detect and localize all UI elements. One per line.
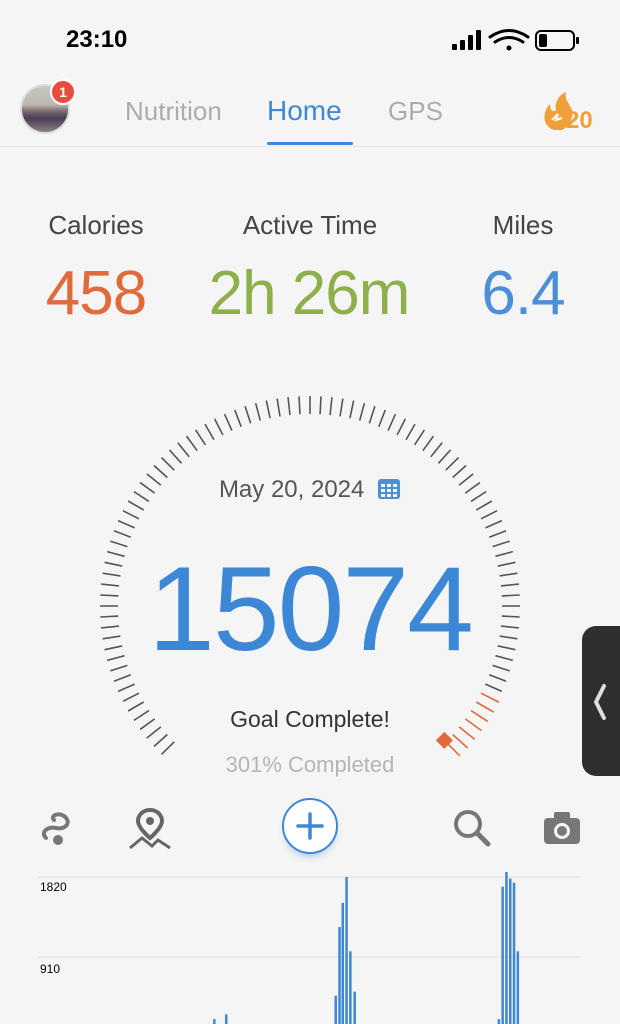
date-row[interactable]: May 20, 2024 bbox=[0, 476, 620, 504]
camera-icon[interactable] bbox=[540, 806, 584, 850]
gauge-tick bbox=[378, 409, 387, 428]
chart-bar bbox=[497, 1019, 501, 1024]
calendar-icon[interactable] bbox=[377, 476, 401, 500]
gauge-tick bbox=[480, 692, 500, 703]
chart-bar bbox=[338, 927, 341, 1024]
chart-bar bbox=[341, 902, 345, 1024]
activity-chart: 1820 910 bbox=[38, 872, 580, 1024]
gauge-tick bbox=[168, 449, 183, 464]
gauge-tick bbox=[413, 429, 426, 446]
miles-label: Miles bbox=[492, 210, 554, 240]
header-divider bbox=[0, 146, 620, 147]
gauge-tick bbox=[445, 456, 460, 471]
wifi-icon bbox=[488, 29, 530, 51]
goal-status: Goal Complete! bbox=[230, 706, 390, 732]
notification-badge: 1 bbox=[50, 79, 76, 105]
gauge-tick bbox=[233, 409, 242, 428]
gauge-tick bbox=[117, 519, 135, 529]
gauge-tick bbox=[287, 397, 291, 416]
status-time: 23:10 bbox=[66, 26, 128, 53]
chart-bar bbox=[501, 886, 504, 1024]
side-panel-handle[interactable] bbox=[582, 626, 620, 776]
chart-bar bbox=[516, 951, 520, 1024]
gauge-tick bbox=[160, 456, 175, 471]
calories-label: Calories bbox=[48, 210, 144, 240]
gauge-tick bbox=[319, 396, 322, 415]
gauge-tick bbox=[117, 683, 135, 693]
gauge-tick bbox=[339, 398, 344, 417]
route-icon[interactable] bbox=[38, 806, 82, 850]
gauge-tick bbox=[122, 692, 140, 703]
map-pin-icon[interactable] bbox=[128, 806, 172, 850]
gauge-tick bbox=[396, 418, 407, 436]
gauge-tick bbox=[194, 429, 207, 446]
plus-icon bbox=[296, 812, 324, 840]
gauge-tick bbox=[204, 423, 215, 441]
gauge-tick bbox=[480, 509, 498, 520]
gauge-tick bbox=[485, 683, 503, 693]
gauge-tick bbox=[153, 733, 168, 748]
add-button[interactable] bbox=[282, 798, 338, 854]
tab-home[interactable]: Home bbox=[267, 95, 342, 127]
gauge-tick bbox=[213, 418, 224, 436]
battery-icon bbox=[535, 30, 579, 51]
gauge-tick bbox=[422, 435, 435, 452]
chart-bar bbox=[508, 878, 512, 1024]
chart-bar bbox=[505, 872, 508, 1024]
streak-count: 20 bbox=[566, 107, 593, 134]
active-tab-indicator bbox=[267, 142, 353, 145]
gauge-tick bbox=[488, 529, 507, 538]
gauge-tick bbox=[113, 529, 132, 538]
gauge-tick bbox=[358, 402, 366, 421]
active-time-value[interactable]: 2h 26m bbox=[189, 258, 429, 329]
percent-completed: 301% Completed bbox=[225, 752, 395, 777]
chart-bar bbox=[224, 1014, 228, 1024]
chart-bars bbox=[213, 872, 520, 1024]
gauge-tick bbox=[368, 406, 376, 424]
status-icons bbox=[452, 29, 579, 51]
active-time-label: Active Time bbox=[242, 210, 378, 240]
search-icon[interactable] bbox=[450, 806, 494, 850]
y-tick-label: 1820 bbox=[40, 880, 67, 894]
step-count[interactable]: 15074 bbox=[0, 540, 620, 678]
gauge-tick bbox=[298, 396, 301, 415]
y-tick-label: 910 bbox=[40, 962, 60, 976]
gauge-tick bbox=[276, 398, 281, 417]
chart-bar bbox=[334, 995, 337, 1024]
calories-value[interactable]: 458 bbox=[0, 258, 216, 329]
gauge-tick bbox=[177, 442, 190, 458]
tab-nutrition[interactable]: Nutrition bbox=[125, 96, 222, 127]
gauge-tick bbox=[430, 442, 443, 458]
gauge-tick bbox=[387, 413, 397, 431]
chart-bar bbox=[512, 882, 516, 1024]
gauge-date: May 20, 2024 bbox=[218, 476, 365, 503]
chart-bar bbox=[345, 877, 348, 1024]
gauge-tick bbox=[437, 449, 452, 464]
gauge-tick bbox=[185, 435, 198, 452]
gauge-tick bbox=[223, 413, 233, 431]
cellular-signal-icon bbox=[452, 30, 481, 50]
miles-value[interactable]: 6.4 bbox=[403, 258, 620, 329]
gauge-tick bbox=[485, 519, 503, 529]
gauge-tick bbox=[254, 402, 262, 421]
gauge-tick bbox=[122, 509, 140, 520]
tab-gps[interactable]: GPS bbox=[388, 96, 443, 127]
chart-bar bbox=[213, 1019, 216, 1024]
gauge-tick bbox=[405, 423, 416, 441]
gauge-tick bbox=[349, 400, 355, 419]
gauge-tick bbox=[265, 400, 271, 419]
gauge-tick bbox=[452, 733, 469, 749]
chart-bar bbox=[353, 991, 356, 1024]
chevron-left-icon bbox=[594, 684, 606, 720]
gauge-tick bbox=[329, 397, 333, 416]
chart-bar bbox=[349, 951, 352, 1024]
gauge-tick bbox=[244, 406, 252, 424]
